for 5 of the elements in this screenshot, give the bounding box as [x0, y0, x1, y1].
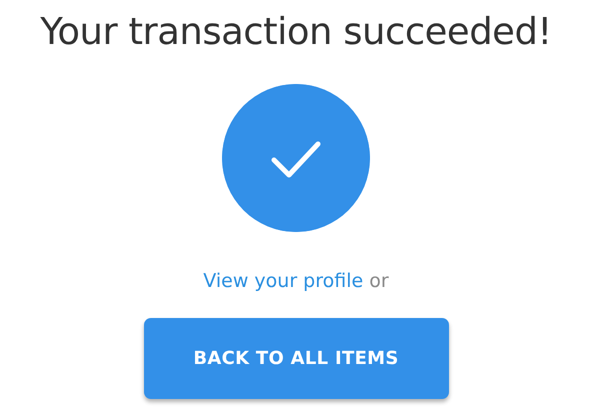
page-title: Your transaction succeeded! — [40, 12, 552, 53]
check-icon — [222, 84, 370, 232]
back-button[interactable]: BACK TO ALL ITEMS — [144, 318, 448, 400]
profile-link[interactable]: View your profile — [203, 270, 364, 292]
or-text: or — [369, 270, 389, 292]
